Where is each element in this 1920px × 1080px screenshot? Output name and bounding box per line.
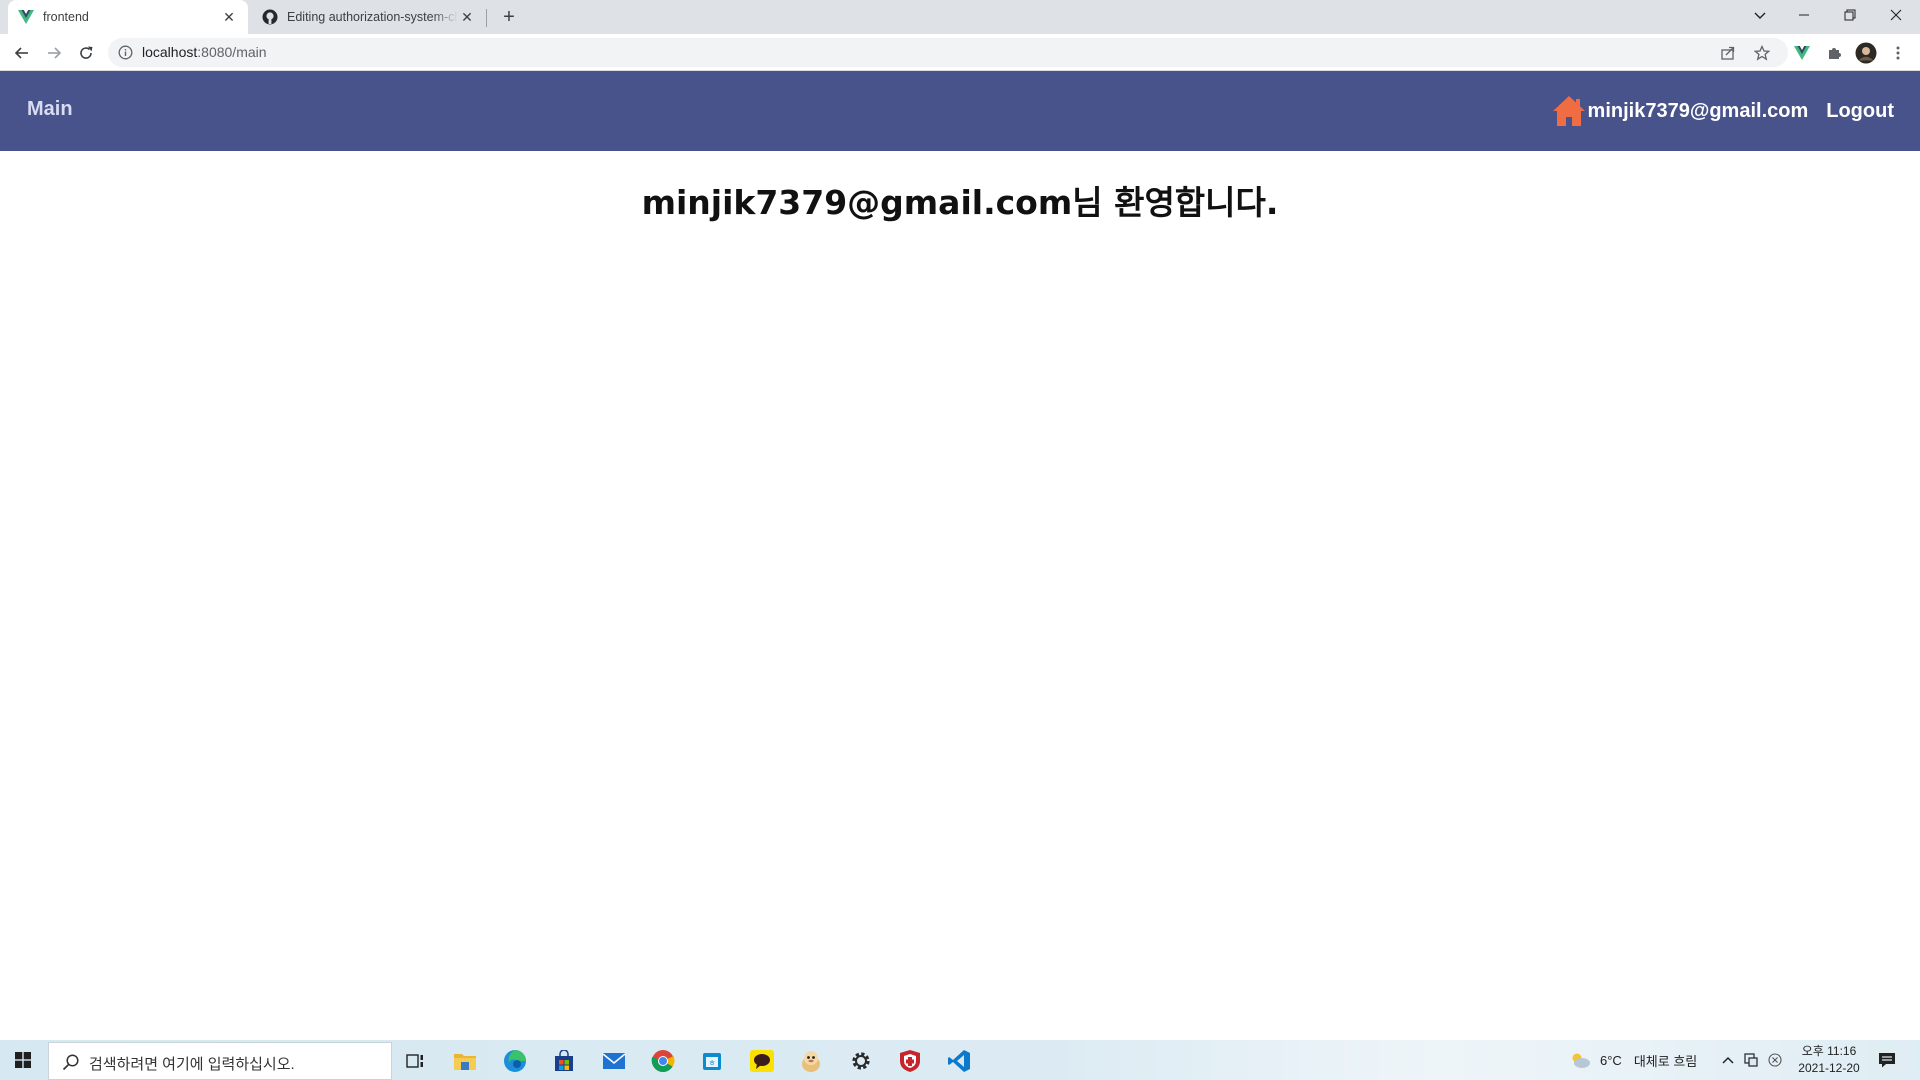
start-button[interactable]	[0, 1040, 46, 1080]
forward-button[interactable]	[40, 39, 68, 67]
home-icon[interactable]	[1552, 95, 1586, 127]
vue-logo-icon	[18, 10, 34, 24]
clock-date: 2021-12-20	[1798, 1061, 1860, 1075]
calendar-button[interactable]: ㅎ	[690, 1044, 734, 1078]
restore-icon	[1844, 9, 1856, 21]
tab-search-button[interactable]	[1740, 0, 1780, 30]
more-vertical-icon	[1896, 46, 1900, 60]
close-tab-icon[interactable]: ✕	[458, 8, 476, 26]
taskbar-clock[interactable]: 오후 11:16 2021-12-20	[1794, 1043, 1864, 1077]
share-button[interactable]	[1714, 39, 1742, 67]
extensions-button[interactable]	[1820, 39, 1848, 67]
character-app-button[interactable]	[789, 1044, 833, 1078]
vscode-button[interactable]	[937, 1044, 981, 1078]
star-icon	[1754, 45, 1770, 61]
avatar-icon	[1855, 42, 1877, 64]
partly-cloudy-icon	[1572, 1053, 1590, 1068]
settings-icon	[852, 1052, 870, 1070]
app-nav-bar: Main minjik7379@gmail.com Logout	[0, 71, 1920, 151]
bookmark-button[interactable]	[1748, 39, 1776, 67]
vue-devtools-extension[interactable]	[1788, 39, 1816, 67]
tab-title: Editing authorization-system-client	[287, 10, 458, 24]
store-button[interactable]	[542, 1044, 586, 1078]
reload-icon	[80, 46, 93, 59]
windows-logo-icon	[15, 1052, 31, 1068]
puzzle-icon	[1829, 48, 1841, 59]
tray-overflow-button[interactable]	[1721, 1040, 1735, 1080]
welcome-email: minjik7379@gmail.com	[641, 183, 1073, 222]
chrome-icon	[651, 1050, 675, 1072]
ime-tray[interactable]	[1768, 1040, 1782, 1080]
antivirus-button[interactable]	[888, 1044, 932, 1078]
tab-github-editing[interactable]: Editing authorization-system-client ✕	[252, 0, 486, 34]
weather-widget[interactable]: 6°C 대체로 흐림	[1568, 1040, 1697, 1080]
svg-text:ㅎ: ㅎ	[708, 1059, 715, 1068]
file-explorer-icon	[454, 1054, 476, 1070]
task-view-icon	[406, 1054, 423, 1068]
logout-link[interactable]: Logout	[1826, 100, 1894, 123]
settings-button[interactable]	[839, 1044, 883, 1078]
nav-user-area: minjik7379@gmail.com Logout	[1552, 95, 1894, 127]
search-icon	[62, 1054, 79, 1071]
nav-user-email[interactable]: minjik7379@gmail.com	[1588, 100, 1809, 123]
mail-button[interactable]	[592, 1044, 636, 1078]
chevron-down-icon	[1754, 12, 1766, 19]
file-explorer-button[interactable]	[443, 1044, 487, 1078]
kakaotalk-button[interactable]	[740, 1044, 784, 1078]
back-button[interactable]	[8, 39, 36, 67]
network-icon	[1744, 1053, 1758, 1067]
tab-separator	[486, 9, 487, 27]
action-center-button[interactable]	[1878, 1040, 1896, 1080]
url-host: localhost	[142, 44, 198, 60]
close-icon	[1890, 9, 1902, 21]
edge-icon	[504, 1050, 526, 1072]
minimize-icon	[1799, 14, 1809, 16]
vue-logo-icon	[1794, 46, 1810, 60]
welcome-heading: minjik7379@gmail.com님 환영합니다.	[0, 176, 1920, 224]
calendar-icon: ㅎ	[703, 1053, 721, 1070]
taskbar-search-box[interactable]: 검색하려면 여기에 입력하십시오.	[48, 1042, 392, 1080]
new-tab-button[interactable]: +	[496, 4, 522, 30]
taskbar-search-placeholder: 검색하려면 여기에 입력하십시오.	[89, 1056, 295, 1073]
notification-icon	[1879, 1053, 1895, 1068]
edge-button[interactable]	[493, 1044, 537, 1078]
antivirus-icon	[900, 1050, 920, 1072]
nav-main-link[interactable]: Main	[27, 98, 73, 121]
task-view-button[interactable]	[394, 1044, 438, 1078]
profile-button[interactable]	[1852, 39, 1880, 67]
vscode-icon	[948, 1050, 970, 1072]
kakaotalk-icon	[750, 1050, 774, 1072]
minimize-button[interactable]	[1784, 0, 1824, 30]
network-tray[interactable]	[1744, 1040, 1758, 1080]
tab-frontend[interactable]: frontend ✕	[8, 0, 248, 34]
reload-button[interactable]	[72, 39, 100, 67]
browser-tab-strip: frontend ✕ Editing authorization-system-…	[0, 0, 1920, 34]
weather-desc: 대체로 흐림	[1633, 1053, 1698, 1069]
windows-taskbar: 검색하려면 여기에 입력하십시오. ㅎ 6°C 대체로 흐림 오후 11:16 …	[0, 1040, 1920, 1080]
mail-icon	[602, 1053, 626, 1069]
info-icon[interactable]	[118, 45, 133, 60]
tab-title: frontend	[43, 10, 89, 24]
address-bar[interactable]: localhost:8080/main	[108, 38, 1788, 67]
weather-temp: 6°C	[1600, 1052, 1622, 1068]
chevron-up-icon	[1722, 1056, 1734, 1064]
character-app-icon	[802, 1051, 820, 1072]
ime-off-icon	[1768, 1053, 1782, 1067]
close-tab-icon[interactable]: ✕	[220, 8, 238, 26]
store-icon	[555, 1050, 573, 1071]
share-icon	[1721, 46, 1735, 60]
github-icon	[262, 9, 278, 25]
menu-button[interactable]	[1884, 39, 1912, 67]
chrome-button[interactable]	[641, 1044, 685, 1078]
arrow-left-icon	[14, 47, 28, 59]
url-path: :8080/main	[197, 44, 267, 60]
restore-button[interactable]	[1830, 0, 1870, 30]
clock-time: 오후 11:16	[1801, 1044, 1857, 1058]
welcome-suffix: 님 환영합니다.	[1072, 183, 1279, 222]
address-url: localhost:8080/main	[142, 44, 267, 60]
arrow-right-icon	[48, 47, 62, 59]
browser-toolbar: localhost:8080/main	[0, 34, 1920, 71]
close-window-button[interactable]	[1876, 0, 1916, 30]
